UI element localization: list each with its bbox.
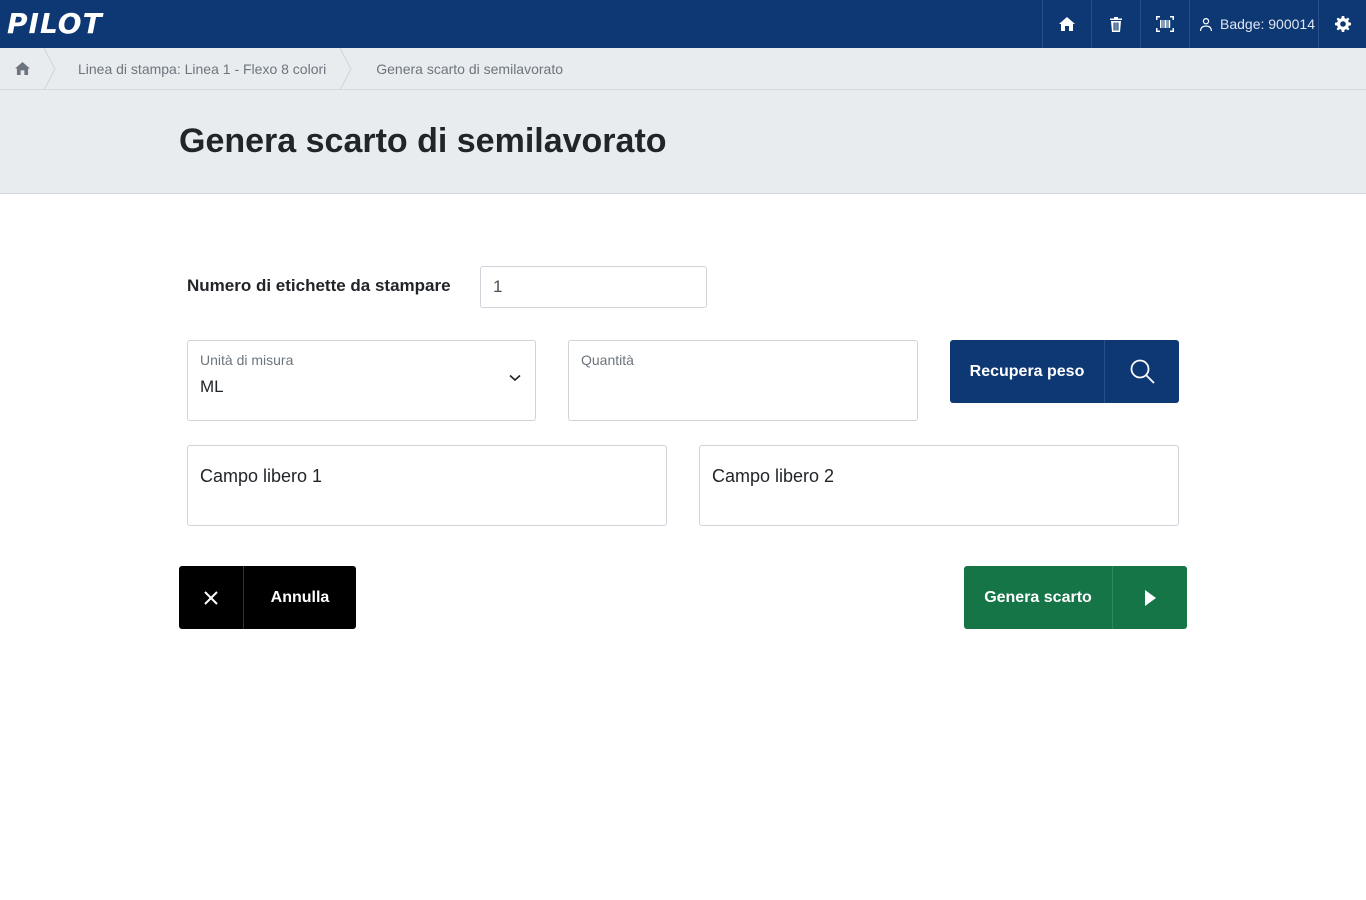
breadcrumb: Linea di stampa: Linea 1 - Flexo 8 color… — [0, 47, 1366, 90]
home-icon — [1059, 17, 1075, 31]
breadcrumb-item-linea[interactable]: Linea di stampa: Linea 1 - Flexo 8 color… — [68, 48, 336, 90]
etichette-input[interactable] — [480, 266, 707, 308]
close-icon-wrap — [179, 566, 244, 629]
search-icon-wrap — [1105, 340, 1179, 403]
top-actions: Badge: 900014 — [1042, 0, 1366, 48]
unita-label: Unità di misura — [200, 352, 294, 368]
genera-scarto-label: Genera scarto — [964, 566, 1113, 629]
close-icon — [204, 590, 218, 605]
badge-label: Badge: 900014 — [1220, 16, 1315, 32]
breadcrumb-item-current: Genera scarto di semilavorato — [376, 60, 564, 77]
quantita-field[interactable]: Quantità — [568, 340, 918, 421]
logo-text: PILOT — [7, 7, 103, 40]
trash-button[interactable] — [1091, 0, 1140, 48]
search-icon — [1130, 359, 1155, 384]
campo-libero-2-field[interactable]: Campo libero 2 — [699, 445, 1179, 526]
recupera-peso-label: Recupera peso — [950, 340, 1105, 403]
breadcrumb-separator — [340, 47, 352, 90]
unita-select[interactable]: Unità di misura ML — [187, 340, 536, 421]
etichette-label: Numero di etichette da stampare — [187, 276, 451, 295]
campo-libero-1-field[interactable]: Campo libero 1 — [187, 445, 667, 526]
play-icon-wrap — [1113, 566, 1187, 629]
barcode-icon — [1156, 16, 1174, 32]
user-icon — [1200, 17, 1212, 31]
unita-value: ML — [200, 377, 224, 396]
campo-libero-2-placeholder: Campo libero 2 — [712, 466, 835, 486]
chevron-down-icon — [509, 374, 521, 382]
badge-button[interactable]: Badge: 900014 — [1189, 0, 1318, 48]
breadcrumb-separator — [44, 47, 56, 90]
quantita-label: Quantità — [581, 352, 634, 368]
page-title: Genera scarto di semilavorato — [179, 122, 667, 160]
home-icon — [14, 62, 30, 75]
page-header: Genera scarto di semilavorato — [0, 90, 1366, 194]
play-icon — [1144, 589, 1156, 606]
trash-icon — [1110, 16, 1122, 32]
annulla-button[interactable]: Annulla — [179, 566, 356, 629]
genera-scarto-button[interactable]: Genera scarto — [964, 566, 1187, 629]
gear-icon — [1334, 16, 1351, 32]
breadcrumb-home[interactable] — [0, 48, 44, 90]
logo[interactable]: PILOT — [7, 10, 103, 38]
barcode-button[interactable] — [1140, 0, 1189, 48]
home-button[interactable] — [1042, 0, 1091, 48]
top-bar: PILOT Badge: 900014 — [0, 0, 1366, 48]
annulla-label: Annulla — [270, 588, 330, 606]
recupera-peso-button[interactable]: Recupera peso — [950, 340, 1179, 403]
campo-libero-1-placeholder: Campo libero 1 — [200, 466, 323, 486]
settings-button[interactable] — [1318, 0, 1366, 48]
